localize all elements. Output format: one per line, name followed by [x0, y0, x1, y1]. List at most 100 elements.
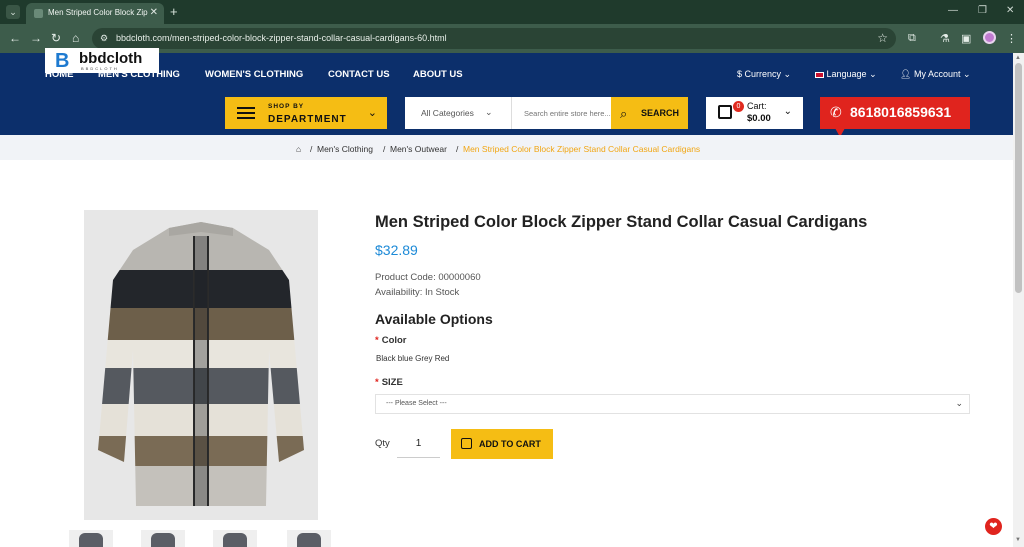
currency-dropdown[interactable]: $ Currency ⌄: [737, 69, 791, 80]
tab-search-icon[interactable]: ⌄: [6, 5, 20, 19]
labs-icon[interactable]: ⚗: [940, 32, 950, 45]
language-dropdown[interactable]: Language ⌄: [815, 69, 877, 80]
product-thumbnail[interactable]: [69, 530, 113, 547]
logo-text: bbdcloth: [79, 50, 143, 67]
shop-by-department-button[interactable]: SHOP BY DEPARTMENT ⌄: [225, 97, 387, 129]
breadcrumb-item[interactable]: Men's Outwear: [390, 144, 447, 154]
size-label: SIZE: [381, 377, 403, 388]
mini-cart[interactable]: 0 Cart: $0.00 ⌄: [706, 97, 803, 129]
floating-support-icon[interactable]: ❤: [985, 518, 1002, 535]
breadcrumb-item[interactable]: Men's Clothing: [317, 144, 373, 154]
chevron-down-icon: ⌄: [955, 398, 963, 408]
window-close-icon[interactable]: ✕: [1006, 5, 1014, 16]
product-code: Product Code: 00000060: [375, 272, 481, 283]
flag-icon: [815, 71, 824, 78]
favicon-icon: [34, 9, 43, 18]
cart-label: Cart:: [747, 101, 767, 111]
scroll-thumb[interactable]: [1015, 63, 1022, 293]
tab-title: Men Striped Color Block Zipp…: [48, 8, 148, 17]
add-to-cart-button[interactable]: ADD TO CART: [451, 429, 553, 459]
user-icon: 👤︎: [900, 69, 912, 79]
product-availability: Availability: In Stock: [375, 287, 460, 298]
minimize-icon[interactable]: —: [948, 5, 958, 16]
size-select[interactable]: --- Please Select --- ⌄: [375, 394, 970, 414]
reload-icon[interactable]: ↻: [51, 31, 61, 45]
logo-subtext: BBDCLOTH: [81, 66, 119, 71]
search-icon: ⌕: [620, 106, 628, 121]
restore-icon[interactable]: ❐: [978, 5, 987, 16]
breadcrumb: ⌂ / Men's Clothing / Men's Outwear / Men…: [0, 135, 1013, 160]
url-field[interactable]: ⚙ bbdcloth.com/men-striped-color-block-z…: [92, 28, 896, 49]
cart-count-badge: 0: [733, 101, 744, 112]
breadcrumb-separator: /: [310, 144, 313, 154]
forward-icon[interactable]: →: [30, 31, 42, 45]
search-button-label: SEARCH: [641, 108, 680, 118]
home-icon[interactable]: ⌂: [72, 31, 79, 45]
size-select-value: --- Please Select ---: [386, 400, 447, 407]
product-thumbnail[interactable]: [141, 530, 185, 547]
account-dropdown[interactable]: 👤︎ My Account ⌄: [900, 69, 971, 80]
product-title: Men Striped Color Block Zipper Stand Col…: [375, 213, 868, 231]
phone-icon: ✆: [830, 104, 842, 120]
search-button[interactable]: ⌕ SEARCH: [611, 97, 688, 129]
cart-icon: [718, 105, 732, 119]
product-thumbnail[interactable]: [287, 530, 331, 547]
page-scrollbar[interactable]: ▲ ▼: [1013, 53, 1024, 547]
bag-icon: [461, 438, 472, 449]
hamburger-icon: [237, 107, 255, 119]
required-marker: *: [375, 377, 379, 388]
account-label: My Account: [913, 69, 961, 79]
sidebar-icon[interactable]: ▣: [961, 32, 971, 45]
chevron-down-icon: ⌄: [963, 69, 971, 79]
add-to-cart-label: ADD TO CART: [479, 439, 541, 449]
size-option-label: * SIZE: [375, 377, 403, 388]
language-label: Language: [826, 69, 867, 79]
product-main-image[interactable]: [84, 210, 318, 520]
chevron-down-icon: ⌄: [783, 69, 792, 79]
category-select[interactable]: All Categories: [421, 108, 474, 118]
browser-tab-bar: ⌄ Men Striped Color Block Zipp… ✕ + — ❐ …: [0, 0, 1024, 24]
breadcrumb-home-icon[interactable]: ⌂: [296, 144, 301, 154]
required-marker: *: [375, 335, 379, 346]
chevron-down-icon: ⌄: [869, 69, 877, 79]
new-tab-icon[interactable]: +: [170, 4, 178, 19]
chevron-down-icon: ⌄: [783, 106, 792, 117]
quantity-input[interactable]: [397, 430, 440, 458]
cardigan-image: [98, 222, 304, 506]
site-info-icon[interactable]: ⚙: [100, 33, 110, 43]
currency-label: $ Currency: [737, 69, 782, 79]
department-label: DEPARTMENT: [268, 114, 347, 125]
color-label: Color: [381, 335, 407, 346]
browser-tab[interactable]: Men Striped Color Block Zipp… ✕: [26, 3, 164, 24]
extensions-icon[interactable]: ⧉: [908, 32, 916, 45]
site-logo[interactable]: B bbdcloth BBDCLOTH: [45, 48, 159, 73]
nav-about-us[interactable]: ABOUT US: [413, 69, 463, 80]
browser-menu-icon[interactable]: ⋮: [1006, 32, 1017, 45]
back-icon[interactable]: ←: [9, 31, 21, 45]
search-bar: All Categories ⌄ ⌕ SEARCH: [405, 97, 688, 129]
tab-close-icon[interactable]: ✕: [150, 7, 158, 18]
profile-avatar[interactable]: [983, 31, 996, 44]
color-values: Black blue Grey Red: [376, 354, 450, 363]
department-small-label: SHOP BY: [268, 103, 305, 110]
bookmark-star-icon[interactable]: ☆: [877, 31, 888, 45]
phone-contact[interactable]: ✆ 8618016859631: [820, 97, 970, 129]
product-price: $32.89: [375, 242, 418, 258]
nav-contact-us[interactable]: CONTACT US: [328, 69, 390, 80]
cart-total: $0.00: [747, 113, 771, 124]
options-heading: Available Options: [375, 311, 493, 327]
url-text: bbdcloth.com/men-striped-color-block-zip…: [116, 33, 447, 43]
scroll-up-icon[interactable]: ▲: [1015, 55, 1021, 61]
logo-mark-icon: B: [55, 50, 70, 72]
phone-number: 8618016859631: [850, 104, 952, 120]
chevron-down-icon: ⌄: [367, 107, 377, 119]
breadcrumb-separator: /: [383, 144, 386, 154]
nav-womens-clothing[interactable]: WOMEN'S CLOTHING: [205, 69, 303, 80]
chevron-down-icon: ⌄: [485, 107, 493, 117]
breadcrumb-separator: /: [456, 144, 459, 154]
scroll-down-icon[interactable]: ▼: [1015, 537, 1021, 543]
qty-label: Qty: [375, 438, 390, 449]
breadcrumb-current: Men Striped Color Block Zipper Stand Col…: [463, 144, 701, 154]
product-thumbnail[interactable]: [213, 530, 257, 547]
search-input[interactable]: [511, 97, 611, 129]
